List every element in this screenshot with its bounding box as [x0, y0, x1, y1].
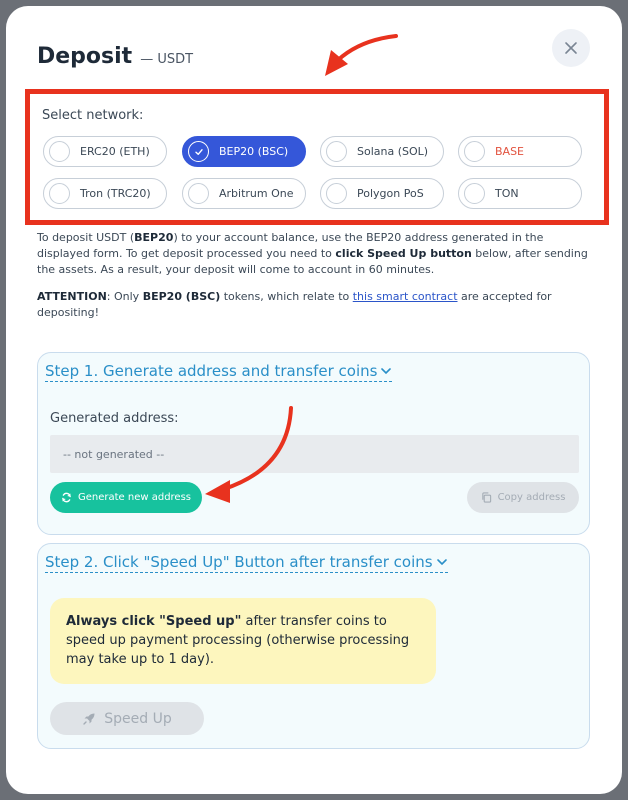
network-option-label: BEP20 (BSC)	[219, 145, 289, 158]
rocket-icon	[83, 713, 95, 725]
network-option-ton[interactable]: TON	[458, 178, 582, 209]
generate-address-label: Generate new address	[77, 492, 192, 503]
radio-icon	[49, 183, 70, 204]
attention-network: BEP20 (BSC)	[142, 290, 221, 303]
network-option-label: TON	[495, 187, 519, 200]
network-option-label: BASE	[495, 145, 525, 158]
deposit-modal: Deposit — USDT Select network: ERC20 (ET…	[6, 6, 622, 794]
speed-up-button[interactable]: Speed Up	[50, 702, 204, 735]
network-option-tron[interactable]: Tron (TRC20)	[43, 178, 167, 209]
radio-icon	[188, 183, 209, 204]
network-option-label: Polygon PoS	[357, 187, 424, 200]
network-label: Select network:	[42, 108, 144, 123]
copy-icon	[481, 492, 491, 503]
chevron-down-icon	[436, 559, 447, 566]
generated-address-label: Generated address:	[50, 411, 179, 426]
page-subtitle: — USDT	[140, 52, 194, 67]
radio-icon	[464, 141, 485, 162]
generate-address-button[interactable]: Generate new address	[50, 482, 202, 513]
copy-address-button[interactable]: Copy address	[467, 482, 579, 513]
step1-title: Step 1. Generate address and transfer co…	[45, 362, 378, 380]
generated-address-field: -- not generated --	[50, 435, 579, 473]
network-option-label: Tron (TRC20)	[80, 187, 151, 200]
refresh-icon	[62, 492, 71, 503]
info-network: BEP20	[134, 231, 174, 244]
step1-panel: Step 1. Generate address and transfer co…	[37, 352, 590, 535]
network-option-label: Solana (SOL)	[357, 145, 429, 158]
page-title: Deposit	[37, 44, 133, 69]
radio-icon	[326, 183, 347, 204]
attention-text: tokens, which relate to	[220, 290, 353, 303]
network-option-label: Arbitrum One	[219, 187, 294, 200]
speedup-note: Always click "Speed up" after transfer c…	[50, 598, 436, 684]
info-speedup: click Speed Up button	[335, 247, 472, 260]
close-button[interactable]	[552, 29, 590, 67]
speed-up-label: Speed Up	[104, 710, 172, 727]
speedup-note-bold: Always click "Speed up"	[66, 614, 242, 629]
deposit-instructions: To deposit USDT (BEP20) to your account …	[37, 230, 597, 278]
chevron-down-icon	[381, 368, 392, 375]
step2-panel: Step 2. Click "Speed Up" Button after tr…	[37, 543, 590, 749]
copy-address-label: Copy address	[497, 492, 566, 503]
step2-title: Step 2. Click "Speed Up" Button after tr…	[45, 553, 433, 571]
title-row: Deposit — USDT	[37, 44, 193, 69]
network-option-erc20[interactable]: ERC20 (ETH)	[43, 136, 167, 167]
smart-contract-link[interactable]: this smart contract	[353, 290, 458, 303]
close-icon	[565, 42, 577, 54]
attention-text: : Only	[106, 290, 143, 303]
check-icon	[188, 141, 209, 162]
radio-icon	[49, 141, 70, 162]
step1-toggle[interactable]: Step 1. Generate address and transfer co…	[45, 362, 393, 382]
network-option-polygon[interactable]: Polygon PoS	[320, 178, 444, 209]
info-text: To deposit USDT (	[37, 231, 135, 244]
network-option-solana[interactable]: Solana (SOL)	[320, 136, 444, 167]
network-option-arbitrum[interactable]: Arbitrum One	[182, 178, 306, 209]
attention-label: ATTENTION	[37, 290, 107, 303]
radio-icon	[464, 183, 485, 204]
network-option-label: ERC20 (ETH)	[80, 145, 150, 158]
network-option-bep20[interactable]: BEP20 (BSC)	[182, 136, 306, 167]
attention-notice: ATTENTION: Only BEP20 (BSC) tokens, whic…	[37, 289, 597, 321]
step2-toggle[interactable]: Step 2. Click "Speed Up" Button after tr…	[45, 553, 448, 573]
network-selector: Select network: ERC20 (ETH) BEP20 (BSC) …	[25, 89, 609, 225]
radio-icon	[326, 141, 347, 162]
network-option-base[interactable]: BASE	[458, 136, 582, 167]
